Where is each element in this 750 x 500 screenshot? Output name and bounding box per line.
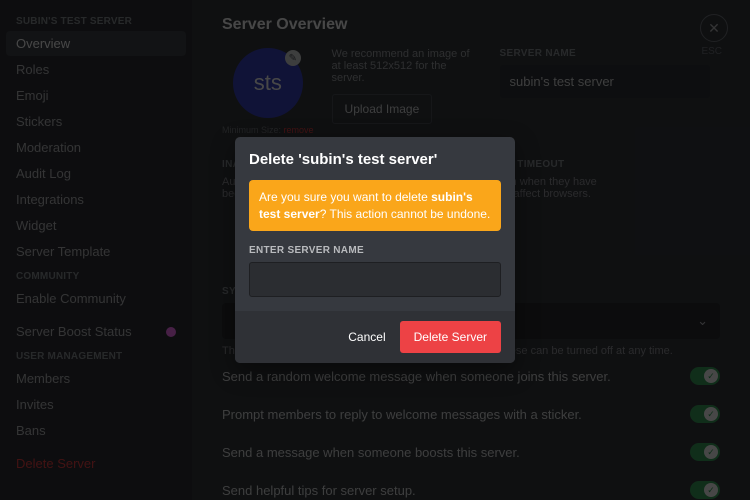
confirm-server-name-input[interactable] [249, 262, 501, 297]
delete-server-modal: Delete 'subin's test server' Are you sur… [235, 137, 515, 362]
modal-warning: Are you sure you want to delete subin's … [249, 180, 501, 230]
delete-server-button[interactable]: Delete Server [400, 321, 501, 353]
modal-overlay: Delete 'subin's test server' Are you sur… [0, 0, 750, 500]
modal-input-label: ENTER SERVER NAME [249, 245, 501, 256]
cancel-button[interactable]: Cancel [342, 322, 391, 352]
modal-title: Delete 'subin's test server' [249, 151, 501, 168]
